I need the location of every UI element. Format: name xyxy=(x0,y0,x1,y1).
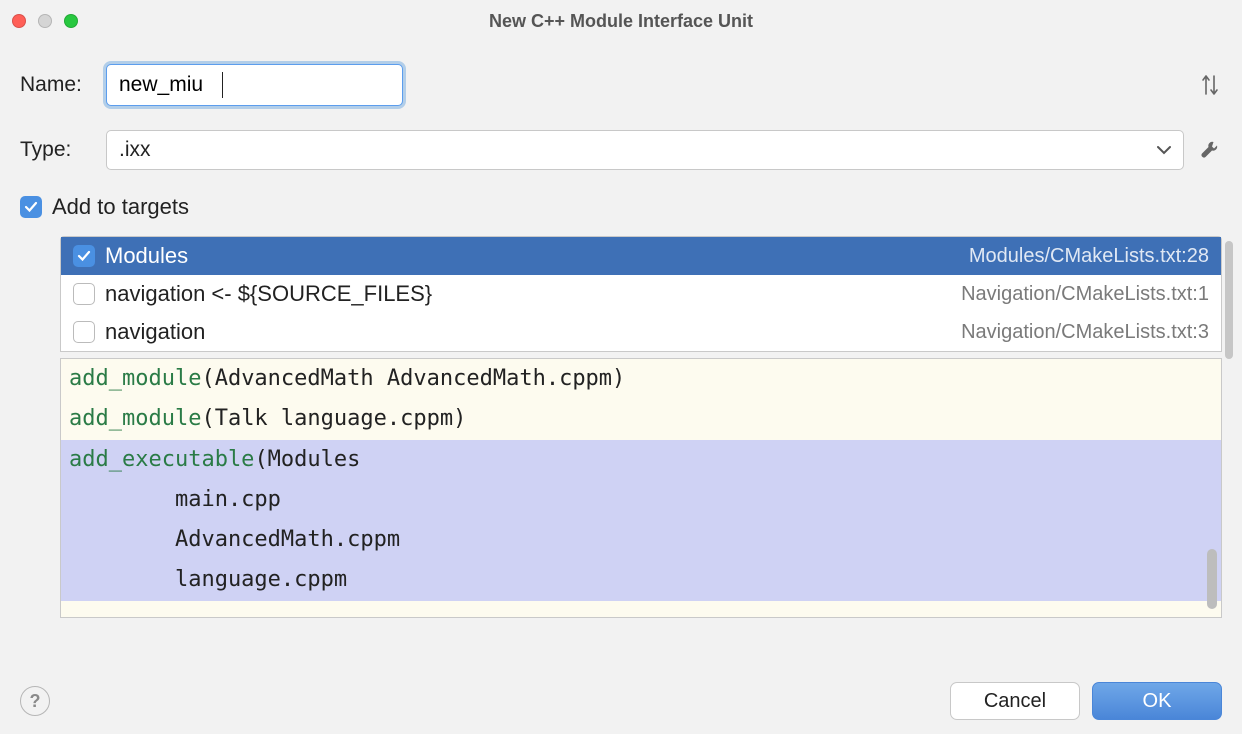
target-path: Navigation/CMakeLists.txt:1 xyxy=(961,283,1209,306)
add-to-targets-label: Add to targets xyxy=(52,194,189,220)
target-checkbox[interactable] xyxy=(73,321,95,343)
type-row: Type: .ixx xyxy=(20,130,1222,170)
targets-scrollbar[interactable] xyxy=(1225,241,1233,359)
target-row[interactable]: Modules Modules/CMakeLists.txt:28 xyxy=(61,237,1221,275)
code-line: main.cpp xyxy=(61,480,1221,520)
name-row: Name: xyxy=(20,64,1222,106)
target-path: Modules/CMakeLists.txt:28 xyxy=(969,245,1209,268)
name-label: Name: xyxy=(20,73,92,97)
ok-button[interactable]: OK xyxy=(1092,682,1222,720)
code-line: AdvancedMath.cppm xyxy=(61,520,1221,560)
target-checkbox[interactable] xyxy=(73,283,95,305)
type-select[interactable]: .ixx xyxy=(106,130,1184,170)
dialog-title: New C++ Module Interface Unit xyxy=(0,11,1242,32)
chevron-down-icon xyxy=(1157,142,1171,158)
code-line: add_module(AdvancedMath AdvancedMath.cpp… xyxy=(61,359,1221,399)
cancel-button[interactable]: Cancel xyxy=(950,682,1080,720)
target-name: navigation xyxy=(105,319,205,345)
type-label: Type: xyxy=(20,138,92,162)
target-path: Navigation/CMakeLists.txt:3 xyxy=(961,321,1209,344)
code-preview: add_module(AdvancedMath AdvancedMath.cpp… xyxy=(60,358,1222,618)
help-button[interactable]: ? xyxy=(20,686,50,716)
code-line: add_executable(Modules xyxy=(61,440,1221,480)
target-row[interactable]: navigation Navigation/CMakeLists.txt:3 xyxy=(61,313,1221,351)
target-checkbox[interactable] xyxy=(73,245,95,267)
button-row: Cancel OK xyxy=(950,682,1222,720)
name-input[interactable] xyxy=(106,64,403,106)
target-name: navigation <- ${SOURCE_FILES} xyxy=(105,281,432,307)
add-to-targets-row: Add to targets xyxy=(0,194,1242,220)
sort-icon[interactable] xyxy=(1198,74,1222,96)
code-scrollbar[interactable] xyxy=(1207,549,1217,609)
target-row[interactable]: navigation <- ${SOURCE_FILES} Navigation… xyxy=(61,275,1221,313)
targets-list: Modules Modules/CMakeLists.txt:28 naviga… xyxy=(60,236,1222,352)
target-name: Modules xyxy=(105,243,188,269)
form: Name: Type: .ixx xyxy=(0,42,1242,170)
type-select-value: .ixx xyxy=(119,138,151,162)
code-line: add_module(Talk language.cppm) xyxy=(61,399,1221,439)
titlebar: New C++ Module Interface Unit xyxy=(0,0,1242,42)
configure-icon[interactable] xyxy=(1198,139,1222,161)
code-line: language.cppm xyxy=(61,560,1221,600)
dialog-footer: ? Cancel OK xyxy=(0,668,1242,734)
add-to-targets-checkbox[interactable] xyxy=(20,196,42,218)
